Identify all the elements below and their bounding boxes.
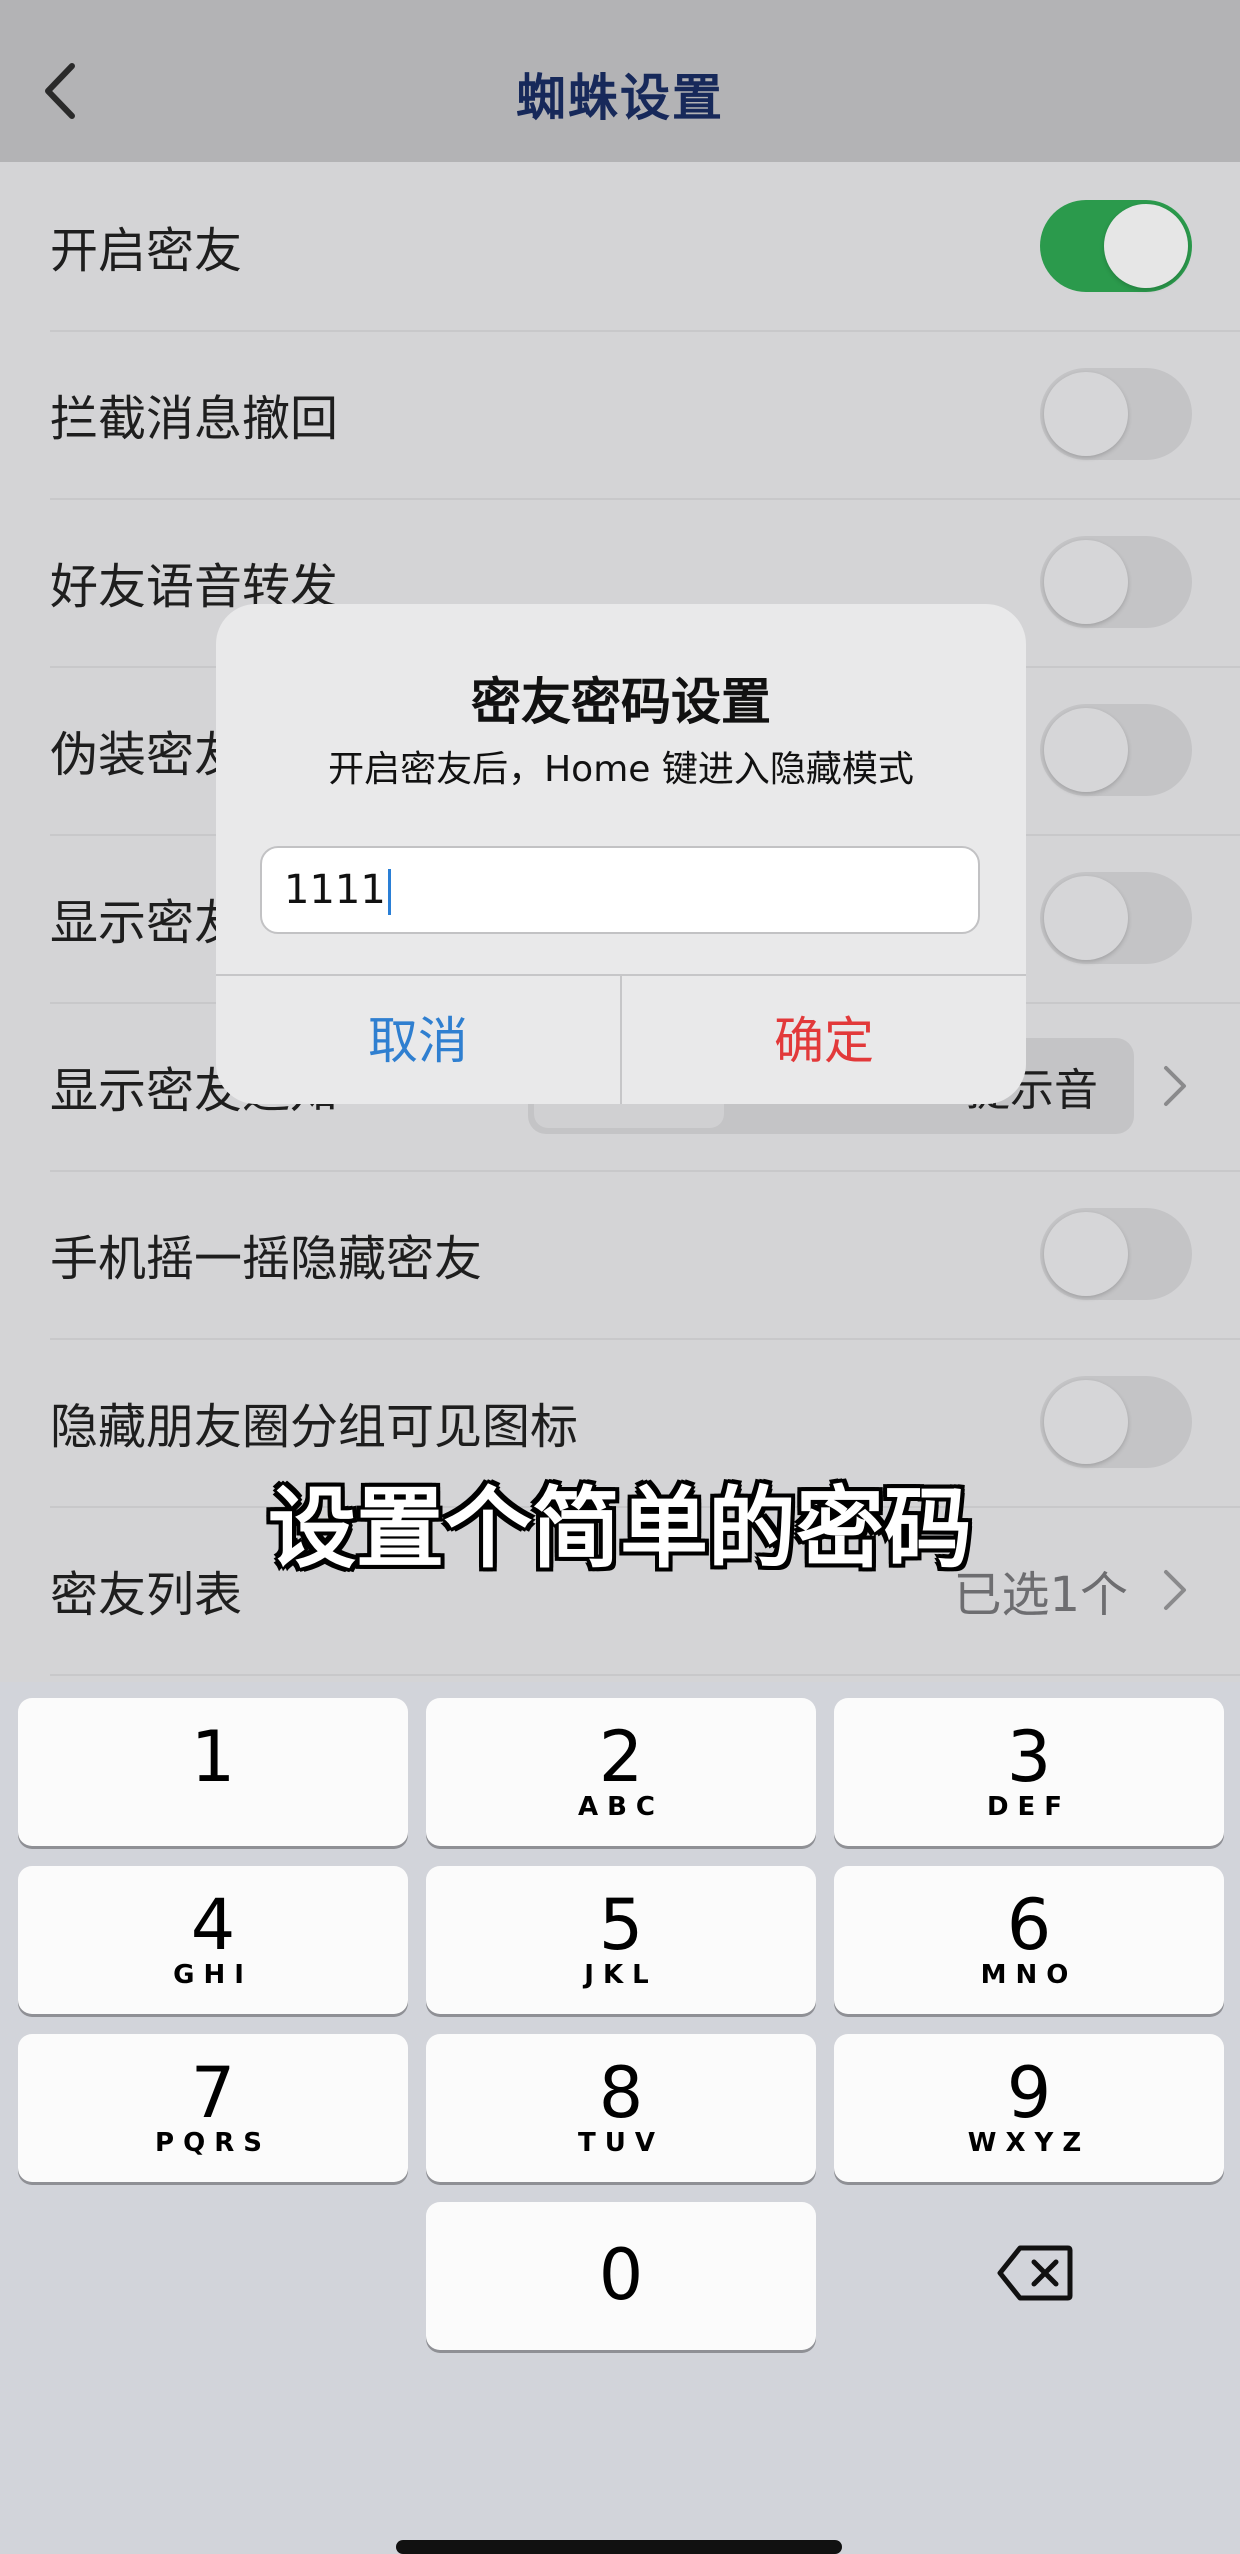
setting-row-enable-close-friends[interactable]: 开启密友 bbox=[50, 162, 1240, 332]
toggle-knob bbox=[1044, 540, 1128, 624]
key-6[interactable]: 6 MNO bbox=[834, 1866, 1224, 2014]
nav-header: 蜘蛛设置 bbox=[0, 0, 1240, 163]
setting-label: 开启密友 bbox=[50, 223, 243, 279]
cancel-button[interactable]: 取消 bbox=[216, 976, 622, 1104]
key-1[interactable]: 1 bbox=[18, 1698, 408, 1846]
setting-label: 手机摇一摇隐藏密友 bbox=[50, 1231, 483, 1287]
hide-moments-icon-toggle[interactable] bbox=[1040, 1376, 1192, 1468]
key-8[interactable]: 8 TUV bbox=[426, 2034, 816, 2182]
toggle-knob bbox=[1044, 1380, 1128, 1464]
dialog-title: 密友密码设置 bbox=[471, 673, 771, 731]
backspace-icon[interactable] bbox=[996, 2242, 1074, 2304]
setting-row-shake-hide[interactable]: 手机摇一摇隐藏密友 bbox=[50, 1170, 1240, 1340]
video-caption: 设置个简单的密码 bbox=[267, 1477, 972, 1580]
setting-label: 伪装密友 bbox=[50, 727, 243, 783]
password-input-value: 1111 bbox=[284, 867, 386, 913]
setting-label: 隐藏朋友圈分组可见图标 bbox=[50, 1399, 579, 1455]
show-friends-toggle[interactable] bbox=[1040, 872, 1192, 964]
dialog-buttons: 取消 确定 bbox=[216, 974, 1026, 1104]
setting-label: 拦截消息撤回 bbox=[50, 391, 339, 447]
key-4[interactable]: 4 GHI bbox=[18, 1866, 408, 2014]
key-9[interactable]: 9 WXYZ bbox=[834, 2034, 1224, 2182]
password-dialog: 密友密码设置 开启密友后，Home 键进入隐藏模式 1111 取消 确定 bbox=[216, 604, 1026, 1104]
key-5[interactable]: 5 JKL bbox=[426, 1866, 816, 2014]
text-caret bbox=[387, 869, 391, 915]
dialog-message: 开启密友后，Home 键进入隐藏模式 bbox=[328, 749, 914, 790]
shake-hide-toggle[interactable] bbox=[1040, 1208, 1192, 1300]
enable-close-friends-toggle[interactable] bbox=[1040, 200, 1192, 292]
key-7[interactable]: 7 PQRS bbox=[18, 2034, 408, 2182]
toggle-knob bbox=[1044, 876, 1128, 960]
block-recall-toggle[interactable] bbox=[1040, 368, 1192, 460]
page-title: 蜘蛛设置 bbox=[516, 69, 724, 127]
setting-row-block-recall[interactable]: 拦截消息撤回 bbox=[50, 330, 1240, 500]
chevron-right-icon bbox=[1164, 1066, 1186, 1106]
setting-label: 显示密友 bbox=[50, 895, 243, 951]
toggle-knob bbox=[1104, 204, 1188, 288]
toggle-knob bbox=[1044, 708, 1128, 792]
toggle-knob bbox=[1044, 372, 1128, 456]
password-input[interactable]: 1111 bbox=[260, 846, 980, 934]
confirm-button[interactable]: 确定 bbox=[622, 976, 1026, 1104]
disguise-toggle[interactable] bbox=[1040, 704, 1192, 796]
key-2[interactable]: 2 ABC bbox=[426, 1698, 816, 1846]
toggle-knob bbox=[1044, 1212, 1128, 1296]
voice-forward-toggle[interactable] bbox=[1040, 536, 1192, 628]
key-0[interactable]: 0 bbox=[426, 2202, 816, 2350]
home-indicator bbox=[396, 2540, 842, 2554]
key-3[interactable]: 3 DEF bbox=[834, 1698, 1224, 1846]
